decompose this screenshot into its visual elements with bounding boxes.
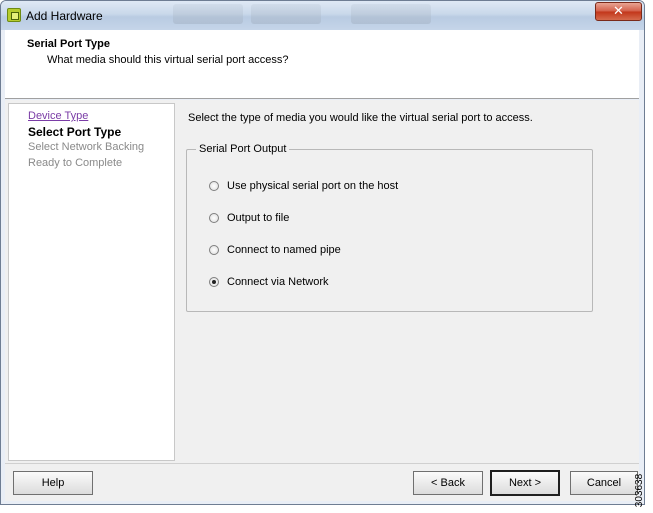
- background-window-ghost: [351, 4, 431, 24]
- next-button[interactable]: Next >: [490, 470, 560, 496]
- radio-button[interactable]: [209, 213, 219, 223]
- back-button[interactable]: < Back: [413, 471, 483, 495]
- step-ready-to-complete: Ready to Complete: [28, 157, 123, 169]
- page-subtitle: What media should this virtual serial po…: [47, 54, 289, 66]
- background-window-ghost: [173, 4, 243, 24]
- step-select-port-type: Select Port Type: [28, 125, 122, 139]
- wizard-footer: Help < Back Next > Cancel: [5, 463, 639, 501]
- wizard-steps-panel: Device Type Select Port Type Select Netw…: [8, 103, 175, 461]
- background-window-ghost: [251, 4, 321, 24]
- close-button[interactable]: ✕: [595, 2, 642, 21]
- add-hardware-dialog: Add Hardware ✕ Serial Port Type What med…: [0, 0, 645, 505]
- option-label[interactable]: Connect via Network: [227, 276, 329, 288]
- wizard-header: Serial Port Type What media should this …: [5, 30, 639, 99]
- option-label[interactable]: Output to file: [227, 212, 289, 224]
- wizard-body: Device Type Select Port Type Select Netw…: [5, 100, 639, 463]
- step-select-network-backing: Select Network Backing: [28, 141, 145, 153]
- cancel-button[interactable]: Cancel: [570, 471, 638, 495]
- radio-button[interactable]: [209, 181, 219, 191]
- figure-id: 303638: [634, 471, 652, 513]
- option-label[interactable]: Connect to named pipe: [227, 244, 341, 256]
- app-icon: [7, 8, 21, 22]
- figure-id-label: 303638: [634, 473, 646, 508]
- step-device-type[interactable]: Device Type: [28, 110, 88, 122]
- radio-button-selected[interactable]: [209, 277, 219, 287]
- radio-button[interactable]: [209, 245, 219, 255]
- group-label: Serial Port Output: [196, 143, 290, 155]
- close-icon: ✕: [613, 3, 624, 18]
- title-bar[interactable]: Add Hardware ✕: [1, 1, 644, 30]
- option-label[interactable]: Use physical serial port on the host: [227, 180, 398, 192]
- help-button[interactable]: Help: [13, 471, 93, 495]
- page-title: Serial Port Type: [27, 38, 110, 50]
- window-title: Add Hardware: [26, 9, 103, 23]
- instruction-text: Select the type of media you would like …: [188, 112, 533, 124]
